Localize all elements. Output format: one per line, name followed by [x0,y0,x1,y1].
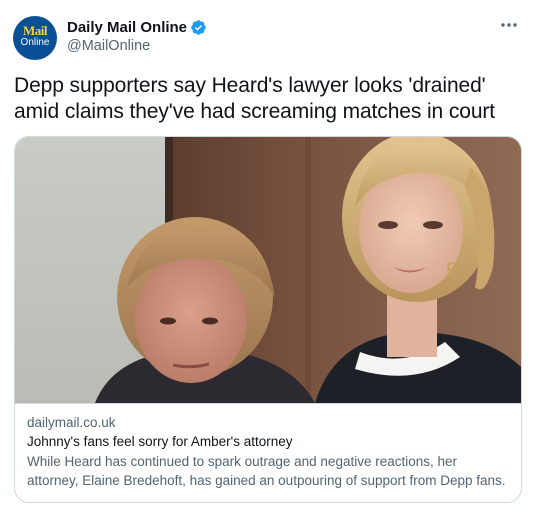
verified-badge-icon [191,19,206,35]
card-title[interactable]: Johnny's fans feel sorry for Amber's att… [27,432,509,452]
tweet: Mail Online Daily Mail Online @MailOnlin… [0,0,534,520]
link-card[interactable]: dailymail.co.uk Johnny's fans feel sorry… [14,136,522,503]
account-handle[interactable]: @MailOnline [67,38,207,54]
avatar-logo-bottom: Online [20,37,50,48]
avatar-logo-top: Mail [23,23,48,38]
card-image [15,137,521,403]
more-options-icon[interactable] [498,18,520,32]
tweet-text: Depp supporters say Heard's lawyer looks… [14,74,496,123]
card-meta: dailymail.co.uk Johnny's fans feel sorry… [15,403,521,490]
card-domain: dailymail.co.uk [27,415,116,430]
card-description: While Heard has continued to spark outra… [27,454,506,488]
display-name-row: Daily Mail Online [67,17,207,37]
account-avatar[interactable]: Mail Online [13,16,57,60]
display-name[interactable]: Daily Mail Online [67,19,187,36]
account-names: Daily Mail Online @MailOnline [67,17,207,54]
